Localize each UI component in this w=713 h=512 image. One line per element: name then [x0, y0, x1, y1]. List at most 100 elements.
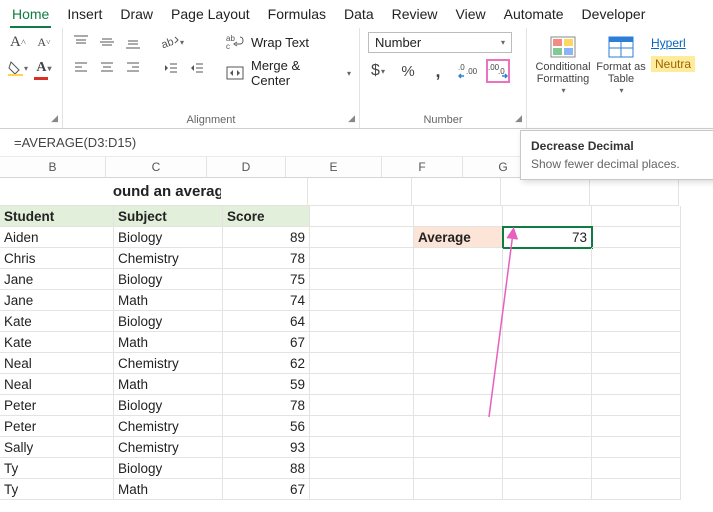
cell-score[interactable]: 67: [223, 479, 310, 500]
cell-subject[interactable]: Biology: [114, 395, 223, 416]
cell-subject[interactable]: Chemistry: [114, 353, 223, 374]
cell[interactable]: [414, 353, 503, 374]
cell-score[interactable]: 62: [223, 353, 310, 374]
cell-subject[interactable]: Math: [114, 479, 223, 500]
cell[interactable]: [592, 416, 681, 437]
cell-student[interactable]: Kate: [0, 311, 114, 332]
cell[interactable]: [503, 395, 592, 416]
cell-score[interactable]: 74: [223, 290, 310, 311]
cell-student[interactable]: Neal: [0, 353, 114, 374]
cell[interactable]: [310, 479, 414, 500]
cell-style-neutral[interactable]: Neutra: [651, 56, 695, 72]
sheet-title[interactable]: Round an average: [113, 178, 221, 206]
accounting-format-icon[interactable]: $▾: [368, 61, 388, 81]
decrease-decimal-icon[interactable]: .00.0: [488, 61, 508, 81]
align-right-icon[interactable]: [123, 58, 143, 78]
cell-student[interactable]: Peter: [0, 416, 114, 437]
number-format-dropdown[interactable]: Number ▾: [368, 32, 512, 53]
cell[interactable]: [592, 479, 681, 500]
cell[interactable]: [310, 290, 414, 311]
cell-score[interactable]: 67: [223, 332, 310, 353]
cell-student[interactable]: Jane: [0, 269, 114, 290]
cell[interactable]: [414, 416, 503, 437]
cell[interactable]: [310, 269, 414, 290]
cell[interactable]: [592, 395, 681, 416]
comma-format-icon[interactable]: ,: [428, 61, 448, 81]
col-header-d[interactable]: D: [207, 157, 286, 177]
cell[interactable]: [503, 206, 592, 227]
cell-subject[interactable]: Chemistry: [114, 248, 223, 269]
tab-review[interactable]: Review: [390, 4, 440, 28]
cell-subject[interactable]: Biology: [114, 269, 223, 290]
cell[interactable]: [592, 458, 681, 479]
percent-format-icon[interactable]: %: [398, 61, 418, 81]
cell[interactable]: [592, 353, 681, 374]
cell[interactable]: [0, 178, 113, 206]
average-label[interactable]: Average: [414, 227, 503, 248]
tab-automate[interactable]: Automate: [502, 4, 566, 28]
cell-score[interactable]: 59: [223, 374, 310, 395]
cell[interactable]: [503, 416, 592, 437]
cell[interactable]: [310, 206, 414, 227]
average-value[interactable]: 73: [503, 227, 592, 248]
tab-view[interactable]: View: [454, 4, 488, 28]
cell-student[interactable]: Kate: [0, 332, 114, 353]
cell[interactable]: [221, 178, 308, 206]
cell[interactable]: [503, 269, 592, 290]
tab-formulas[interactable]: Formulas: [266, 4, 328, 28]
cell[interactable]: [310, 395, 414, 416]
cell[interactable]: [310, 416, 414, 437]
cell[interactable]: [590, 178, 679, 206]
cell[interactable]: [592, 248, 681, 269]
cell[interactable]: [414, 269, 503, 290]
header-subject[interactable]: Subject: [114, 206, 223, 227]
cell-style-hyperlink[interactable]: Hyperl: [651, 36, 695, 50]
align-left-icon[interactable]: [71, 58, 91, 78]
tab-insert[interactable]: Insert: [65, 4, 104, 28]
cell[interactable]: [414, 248, 503, 269]
cell[interactable]: [308, 178, 412, 206]
cell[interactable]: [412, 178, 501, 206]
align-middle-icon[interactable]: [97, 32, 117, 52]
cell[interactable]: [310, 458, 414, 479]
tab-page-layout[interactable]: Page Layout: [169, 4, 252, 28]
header-score[interactable]: Score: [223, 206, 310, 227]
cell[interactable]: [414, 395, 503, 416]
cell[interactable]: [592, 269, 681, 290]
header-student[interactable]: Student: [0, 206, 114, 227]
align-bottom-icon[interactable]: [123, 32, 143, 52]
cell-student[interactable]: Ty: [0, 479, 114, 500]
cell[interactable]: [414, 437, 503, 458]
decrease-font-icon[interactable]: A˅: [34, 32, 54, 52]
cell[interactable]: [503, 458, 592, 479]
cell-subject[interactable]: Biology: [114, 311, 223, 332]
font-dialog-launcher-icon[interactable]: ◢: [51, 113, 58, 124]
cell-subject[interactable]: Math: [114, 374, 223, 395]
cell[interactable]: [503, 248, 592, 269]
cell[interactable]: [503, 290, 592, 311]
cell-score[interactable]: 75: [223, 269, 310, 290]
cell-student[interactable]: Chris: [0, 248, 114, 269]
format-as-table-button[interactable]: Format as Table▾: [593, 32, 649, 98]
cell[interactable]: [592, 227, 681, 248]
cell[interactable]: [503, 353, 592, 374]
cell[interactable]: [414, 458, 503, 479]
wrap-text-button[interactable]: abc Wrap Text: [225, 32, 351, 52]
increase-decimal-icon[interactable]: .0.00: [458, 61, 478, 81]
tab-developer[interactable]: Developer: [580, 4, 648, 28]
alignment-dialog-launcher-icon[interactable]: ◢: [348, 113, 355, 124]
cell[interactable]: [503, 374, 592, 395]
cell[interactable]: [503, 479, 592, 500]
cell-subject[interactable]: Math: [114, 290, 223, 311]
align-center-icon[interactable]: [97, 58, 117, 78]
cell[interactable]: [414, 290, 503, 311]
cell[interactable]: [310, 227, 414, 248]
cell-score[interactable]: 89: [223, 227, 310, 248]
cell[interactable]: [592, 374, 681, 395]
cell-score[interactable]: 88: [223, 458, 310, 479]
col-header-e[interactable]: E: [286, 157, 382, 177]
cell[interactable]: [310, 437, 414, 458]
fill-color-icon[interactable]: ▾: [8, 58, 28, 78]
align-top-icon[interactable]: [71, 32, 91, 52]
cell-subject[interactable]: Biology: [114, 227, 223, 248]
